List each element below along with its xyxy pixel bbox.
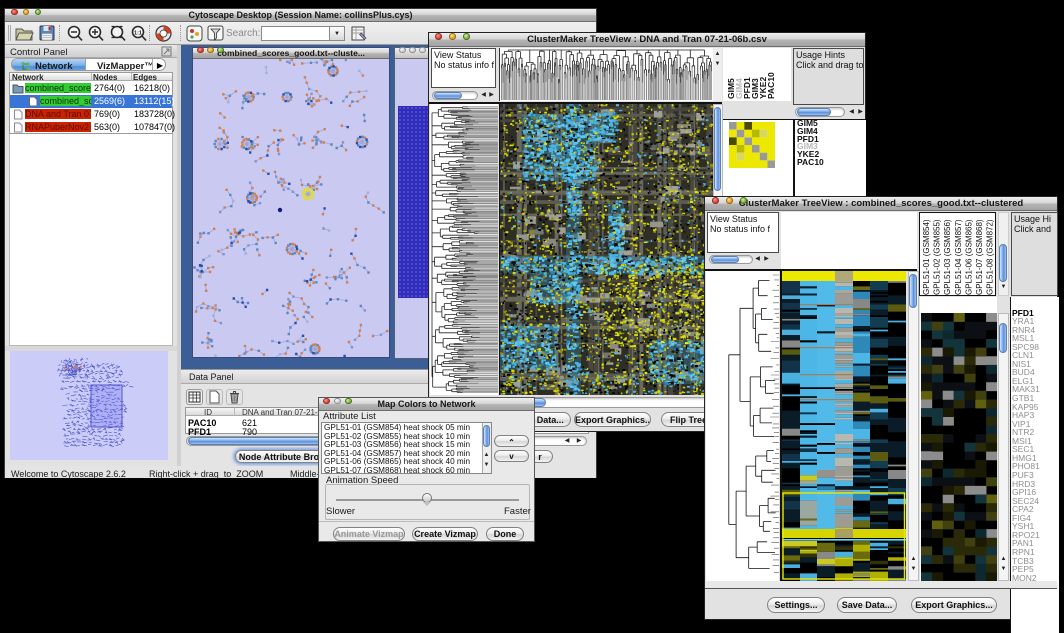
svg-text:GPL51-07 (GSM868): GPL51-07 (GSM868) [975, 219, 984, 295]
svg-text:GPL51-08 (GSM872): GPL51-08 (GSM872) [986, 219, 995, 295]
svg-text:PAC10: PAC10 [766, 72, 776, 99]
svg-text:GPL51-03 (GSM856): GPL51-03 (GSM856) [943, 219, 952, 295]
svg-text:GPL51-04 (GSM857): GPL51-04 (GSM857) [954, 219, 963, 295]
svg-text:GPL51-06 (GSM865): GPL51-06 (GSM865) [964, 219, 973, 295]
svg-text:GPL51-02 (GSM855): GPL51-02 (GSM855) [933, 219, 942, 295]
svg-text:GPL51-01 (GSM854): GPL51-01 (GSM854) [922, 219, 931, 295]
svg-text:1:1: 1:1 [134, 31, 142, 37]
